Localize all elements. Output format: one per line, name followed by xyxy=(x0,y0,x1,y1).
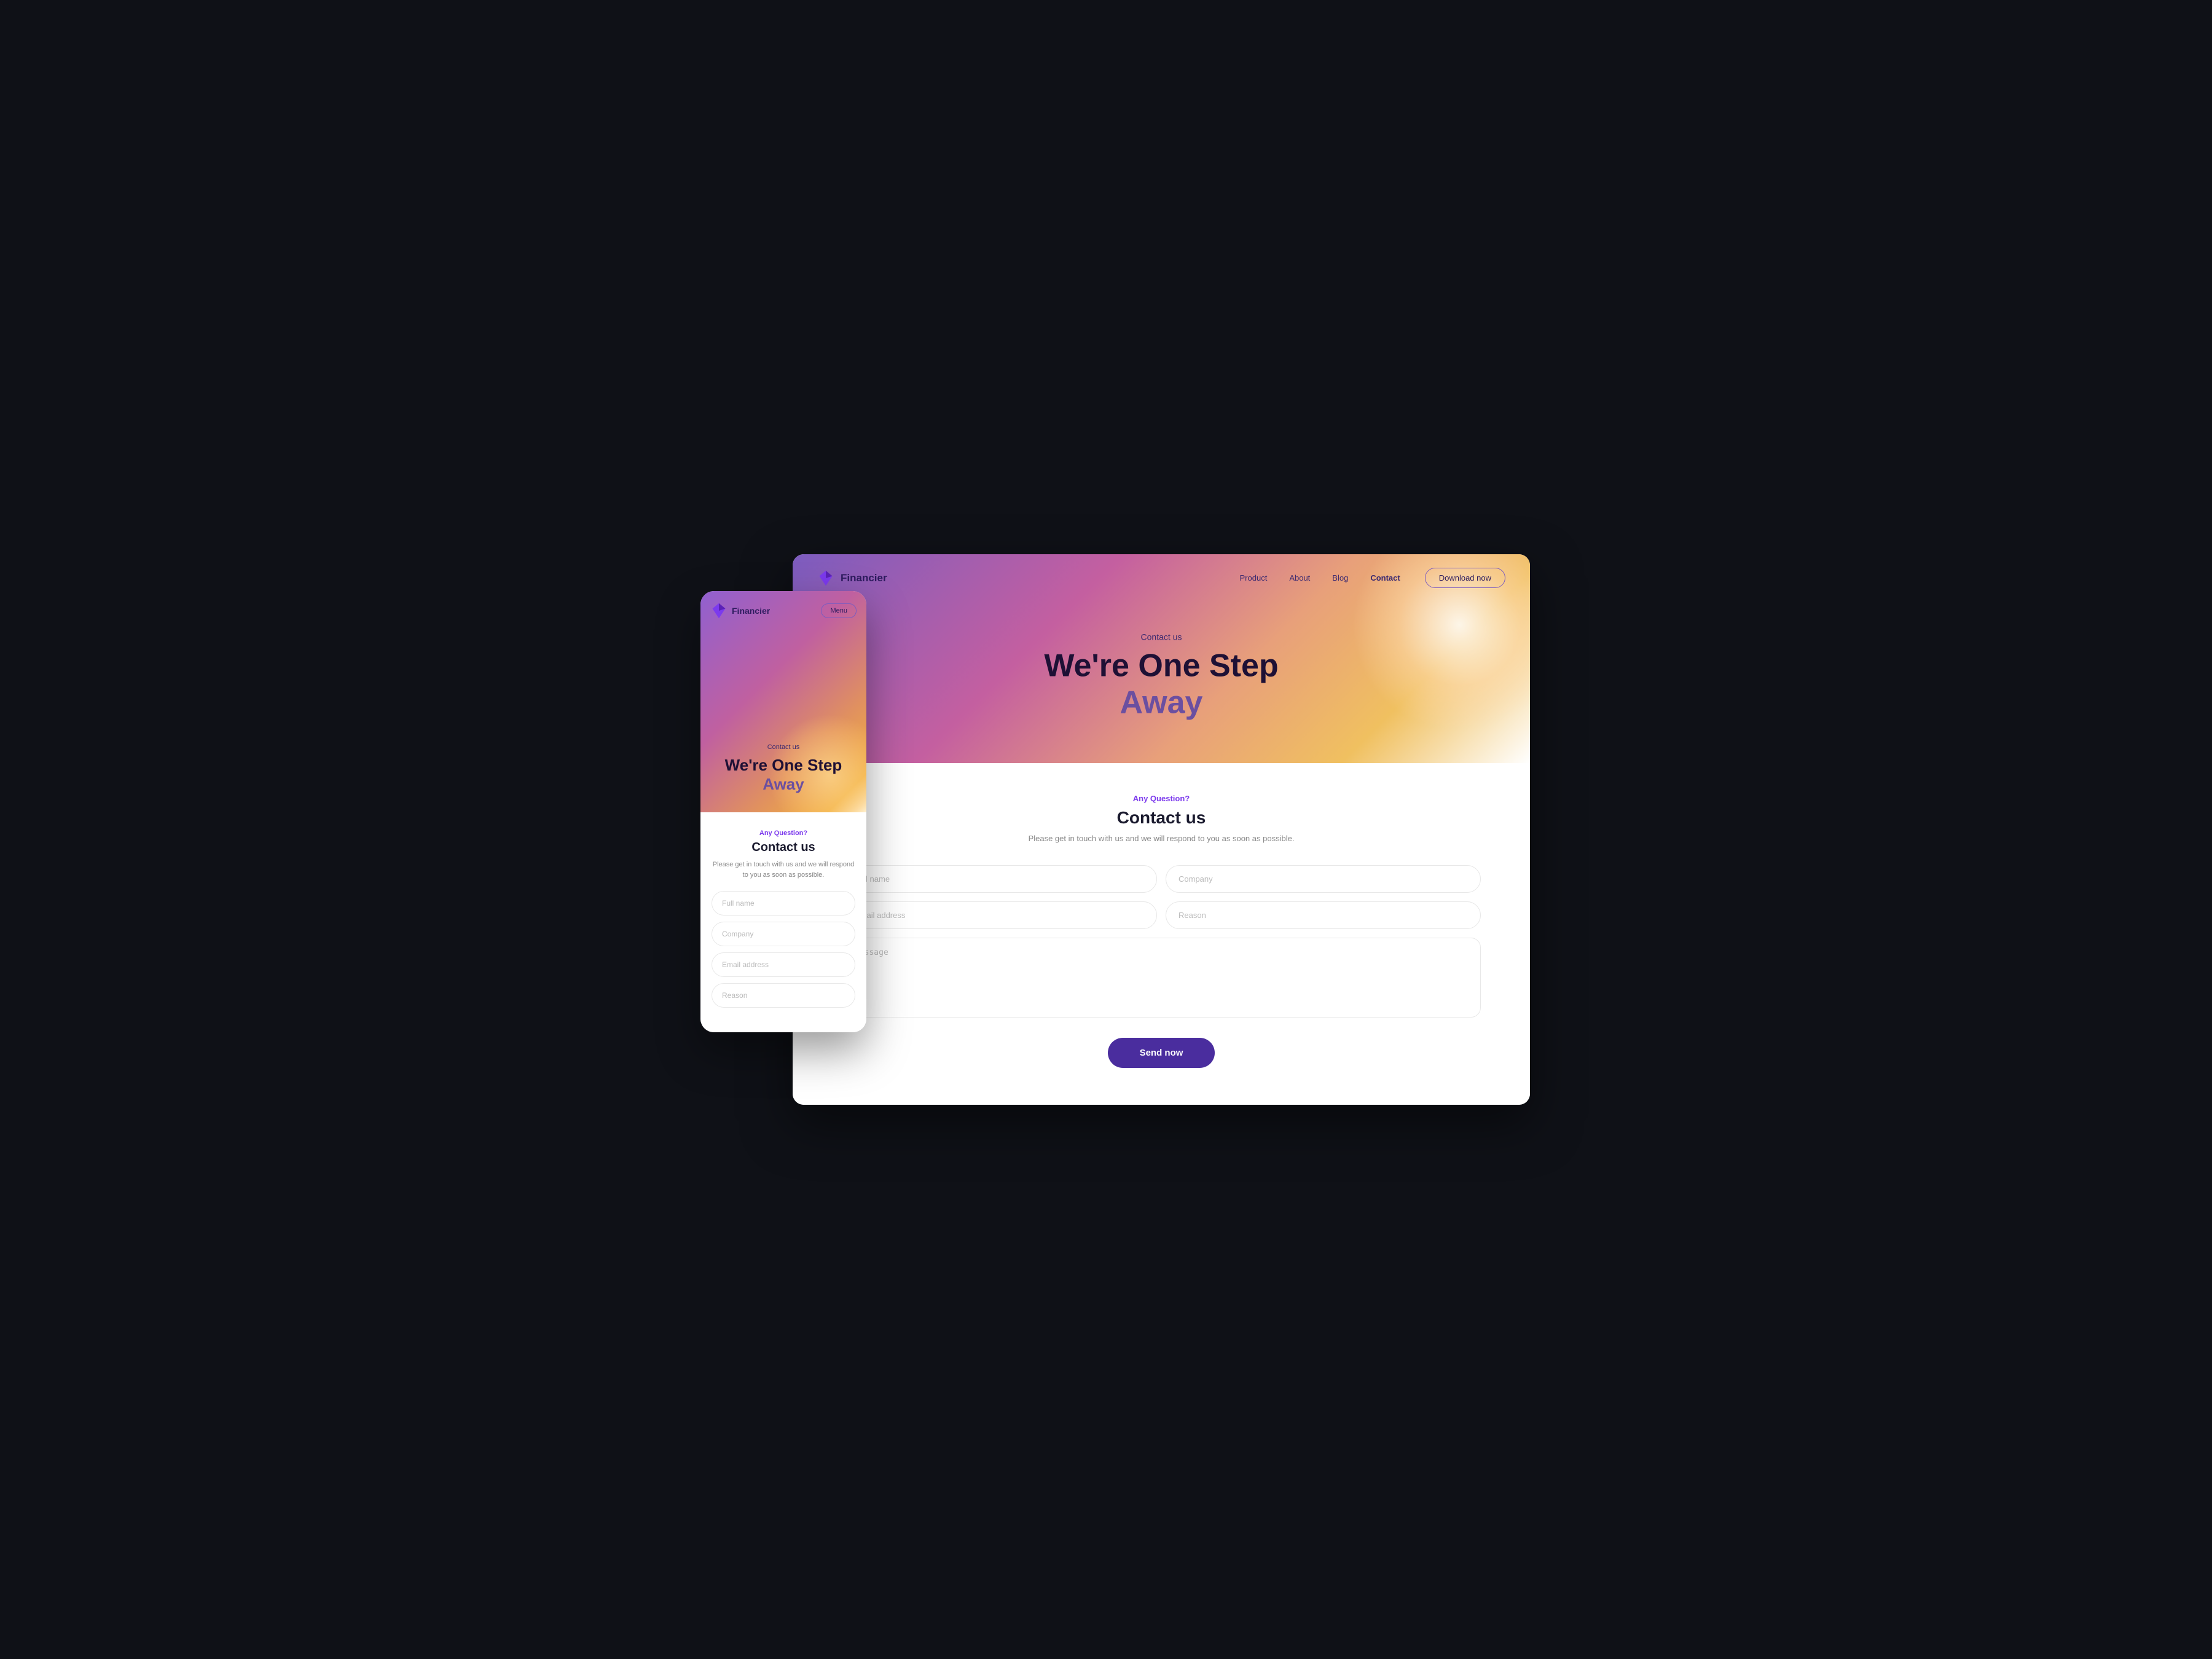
form-row-2 xyxy=(842,901,1481,929)
desktop-hero-content: Contact us We're One Step Away xyxy=(1044,632,1278,721)
mobile-form-eyebrow: Any Question? xyxy=(712,830,855,837)
nav-links: Product About Blog Contact xyxy=(1240,573,1400,582)
message-textarea[interactable] xyxy=(842,938,1481,1018)
send-now-button[interactable]: Send now xyxy=(1108,1038,1215,1068)
desktop-hero-eyebrow: Contact us xyxy=(1044,632,1278,641)
desktop-logo-icon xyxy=(817,570,834,587)
nav-link-contact[interactable]: Contact xyxy=(1370,573,1400,582)
email-input[interactable] xyxy=(842,901,1157,929)
mobile-menu-button[interactable]: Menu xyxy=(821,603,857,618)
nav-link-blog[interactable]: Blog xyxy=(1332,573,1348,582)
form-row-1 xyxy=(842,865,1481,893)
mobile-form-subtitle: Please get in touch with us and we will … xyxy=(712,860,855,880)
download-now-button[interactable]: Download now xyxy=(1425,568,1505,588)
mobile-reason-input[interactable] xyxy=(712,983,855,1008)
scene: Financier Menu Contact us We're One Step… xyxy=(737,554,1475,1105)
company-input[interactable] xyxy=(1166,865,1481,893)
desktop-form-section: Any Question? Contact us Please get in t… xyxy=(793,763,1530,1105)
desktop-hero: Financier Product About Blog Contact Dow… xyxy=(793,554,1530,763)
form-header: Any Question? Contact us Please get in t… xyxy=(842,794,1481,843)
desktop-hero-title-line2: Away xyxy=(1120,684,1203,720)
mobile-hero: Financier Menu Contact us We're One Step… xyxy=(700,591,866,812)
full-name-input[interactable] xyxy=(842,865,1157,893)
mobile-hero-title: We're One Step Away xyxy=(713,756,854,794)
nav-link-about[interactable]: About xyxy=(1289,573,1310,582)
mobile-hero-title-line1: We're One Step xyxy=(725,756,842,774)
mobile-hero-title-line2: Away xyxy=(763,775,804,793)
mobile-logo: Financier xyxy=(710,602,770,619)
mobile-hero-content: Contact us We're One Step Away xyxy=(700,743,866,794)
mobile-card: Financier Menu Contact us We're One Step… xyxy=(700,591,866,1032)
mobile-form-title: Contact us xyxy=(712,841,855,855)
mobile-email-input[interactable] xyxy=(712,952,855,977)
mobile-logo-text: Financier xyxy=(732,606,770,616)
desktop-hero-title: We're One Step Away xyxy=(1044,648,1278,721)
desktop-nav: Financier Product About Blog Contact Dow… xyxy=(793,554,1530,602)
reason-input[interactable] xyxy=(1166,901,1481,929)
form-title: Contact us xyxy=(842,808,1481,828)
mobile-form-section: Any Question? Contact us Please get in t… xyxy=(700,812,866,1032)
mobile-nav: Financier Menu xyxy=(700,591,866,630)
form-eyebrow: Any Question? xyxy=(842,794,1481,803)
form-subtitle: Please get in touch with us and we will … xyxy=(842,834,1481,843)
mobile-company-input[interactable] xyxy=(712,922,855,946)
mobile-full-name-input[interactable] xyxy=(712,891,855,916)
mobile-logo-icon xyxy=(710,602,728,619)
mobile-hero-eyebrow: Contact us xyxy=(713,743,854,751)
desktop-logo: Financier xyxy=(817,570,887,587)
desktop-logo-text: Financier xyxy=(841,572,887,584)
nav-link-product[interactable]: Product xyxy=(1240,573,1268,582)
desktop-hero-title-line1: We're One Step xyxy=(1044,648,1278,683)
desktop-card: Financier Product About Blog Contact Dow… xyxy=(793,554,1530,1105)
